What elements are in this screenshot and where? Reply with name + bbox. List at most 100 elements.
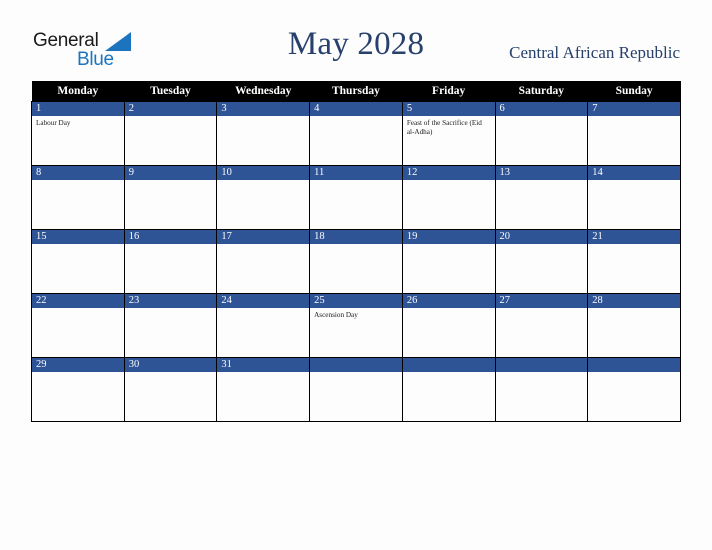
day-number: 8 [32, 166, 124, 180]
day-number: 20 [495, 230, 588, 244]
calendar-day-cell[interactable]: 4 [309, 101, 403, 166]
day-events [310, 180, 402, 183]
day-number: 9 [124, 166, 217, 180]
day-number: 2 [124, 102, 217, 116]
calendar-day-cell[interactable]: 26 [401, 293, 496, 358]
calendar-empty-cell [309, 357, 403, 422]
day-events [217, 308, 309, 311]
day-events [310, 372, 402, 375]
calendar-day-cell[interactable]: 9 [123, 165, 218, 230]
calendar-day-cell[interactable]: 28 [587, 293, 681, 358]
calendar-grid: Monday Tuesday Wednesday Thursday Friday… [31, 81, 681, 422]
calendar-day-cell[interactable]: 27 [494, 293, 589, 358]
day-events [588, 372, 680, 375]
day-number: 16 [124, 230, 217, 244]
day-number: 31 [217, 358, 310, 372]
calendar-week-row: 15 16 17 18 19 20 21 [31, 229, 681, 294]
day-events: Feast of the Sacrifice (Eid al-Adha) [403, 116, 495, 138]
country-label: Central African Republic [509, 43, 680, 62]
calendar-day-cell[interactable]: 8 [31, 165, 125, 230]
calendar-day-cell[interactable]: 24 [216, 293, 311, 358]
calendar-week-row: 22 23 24 25 Ascension Day 26 27 28 [31, 293, 681, 358]
calendar-day-cell[interactable]: 31 [216, 357, 311, 422]
day-events [125, 244, 217, 247]
weekday-header-wednesday: Wednesday [216, 81, 310, 102]
day-number: 10 [217, 166, 310, 180]
calendar-day-cell[interactable]: 5 Feast of the Sacrifice (Eid al-Adha) [401, 101, 496, 166]
day-number: 21 [588, 230, 680, 244]
day-events [32, 244, 124, 247]
day-number: 18 [310, 230, 402, 244]
page-header: General Blue May 2028 Central African Re… [0, 0, 712, 80]
day-events: Labour Day [32, 116, 124, 128]
calendar-day-cell[interactable]: 21 [587, 229, 681, 294]
day-events [588, 116, 680, 119]
day-number: 5 [402, 102, 495, 116]
day-events [403, 372, 495, 375]
day-events [403, 180, 495, 183]
calendar-day-cell[interactable]: 29 [31, 357, 125, 422]
day-number [402, 358, 495, 372]
calendar-week-row: 1 Labour Day 2 3 4 5 Feast of the Sacrifice (E… [31, 101, 681, 166]
weekday-header-saturday: Saturday [495, 81, 588, 102]
day-number [495, 358, 588, 372]
day-events [403, 244, 495, 247]
calendar-day-cell[interactable]: 11 [309, 165, 403, 230]
day-events [588, 308, 680, 311]
day-number [310, 358, 402, 372]
calendar-day-cell[interactable]: 14 [587, 165, 681, 230]
calendar-empty-cell [494, 357, 589, 422]
calendar-week-row: 29 30 31 [31, 357, 681, 422]
day-number: 11 [310, 166, 402, 180]
calendar-day-cell[interactable]: 10 [216, 165, 311, 230]
day-events [496, 180, 588, 183]
day-number: 19 [402, 230, 495, 244]
calendar-day-cell[interactable]: 7 [587, 101, 681, 166]
day-events [32, 372, 124, 375]
day-number: 30 [124, 358, 217, 372]
day-number: 29 [32, 358, 124, 372]
day-events [310, 116, 402, 119]
day-number [588, 358, 680, 372]
day-number: 25 [310, 294, 402, 308]
calendar-day-cell[interactable]: 18 [309, 229, 403, 294]
calendar-day-cell[interactable]: 17 [216, 229, 311, 294]
calendar-day-cell[interactable]: 30 [123, 357, 218, 422]
day-number: 6 [495, 102, 588, 116]
calendar-day-cell[interactable]: 13 [494, 165, 589, 230]
calendar-day-cell[interactable]: 3 [216, 101, 311, 166]
day-number: 27 [495, 294, 588, 308]
calendar-day-cell[interactable]: 20 [494, 229, 589, 294]
calendar-day-cell[interactable]: 23 [123, 293, 218, 358]
weekday-header-row: Monday Tuesday Wednesday Thursday Friday… [31, 81, 681, 102]
calendar-day-cell[interactable]: 16 [123, 229, 218, 294]
day-events [217, 116, 309, 119]
day-events [125, 116, 217, 119]
day-number: 26 [402, 294, 495, 308]
calendar-day-cell[interactable]: 12 [401, 165, 496, 230]
calendar-day-cell[interactable]: 22 [31, 293, 125, 358]
weekday-header-tuesday: Tuesday [124, 81, 217, 102]
calendar-day-cell[interactable]: 25 Ascension Day [309, 293, 403, 358]
calendar-day-cell[interactable]: 2 [123, 101, 218, 166]
day-events [496, 372, 588, 375]
weekday-header-monday: Monday [31, 81, 125, 102]
calendar-body: 1 Labour Day 2 3 4 5 Feast of the Sacrifice (E… [31, 101, 681, 422]
calendar-day-cell[interactable]: 1 Labour Day [31, 101, 125, 166]
calendar-day-cell[interactable]: 15 [31, 229, 125, 294]
holiday-label: Feast of the Sacrifice (Eid al-Adha) [406, 119, 482, 137]
day-events: Ascension Day [310, 308, 402, 320]
day-events [588, 180, 680, 183]
weekday-header-thursday: Thursday [309, 81, 403, 102]
day-number: 7 [588, 102, 680, 116]
calendar-empty-cell [587, 357, 681, 422]
weekday-header-sunday: Sunday [587, 81, 681, 102]
calendar-day-cell[interactable]: 6 [494, 101, 589, 166]
day-events [125, 372, 217, 375]
day-number: 13 [495, 166, 588, 180]
day-number: 22 [32, 294, 124, 308]
day-events [496, 244, 588, 247]
day-events [403, 308, 495, 311]
day-number: 12 [402, 166, 495, 180]
calendar-day-cell[interactable]: 19 [401, 229, 496, 294]
